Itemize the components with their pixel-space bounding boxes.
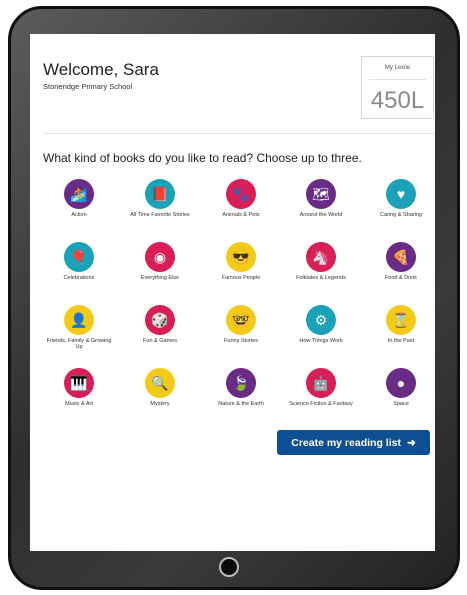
genre-question: What kind of books do you like to read? … bbox=[43, 151, 362, 165]
leaf-icon[interactable]: 🍃 bbox=[226, 368, 256, 398]
genre-option[interactable]: 🍃 Nature & the Earth bbox=[206, 368, 276, 407]
person-icon[interactable]: 👤 bbox=[64, 305, 94, 335]
genre-label: Music & Art bbox=[65, 401, 93, 407]
book-icon[interactable]: 📕 bbox=[145, 179, 175, 209]
lexile-value: 450L bbox=[370, 87, 425, 114]
genre-option[interactable]: 🤓 Funny Stories bbox=[206, 305, 276, 344]
target-icon[interactable]: ◉ bbox=[145, 242, 175, 272]
gears-icon[interactable]: ⚙ bbox=[306, 305, 336, 335]
genre-option[interactable]: 🎲 Fun & Games bbox=[125, 305, 195, 344]
school-name: Stoneridge Primary School bbox=[43, 82, 133, 91]
lexile-label: My Lexile bbox=[384, 65, 411, 71]
genre-option[interactable]: 🐾 Animals & Pets bbox=[206, 179, 276, 218]
glasses-face-icon[interactable]: 🤓 bbox=[226, 305, 256, 335]
create-reading-list-button[interactable]: Create my reading list ➜ bbox=[277, 430, 430, 455]
genre-label: How Things Work bbox=[299, 338, 343, 344]
balloon-icon[interactable]: 🎈 bbox=[64, 242, 94, 272]
app-screen: Welcome, Sara Stoneridge Primary School … bbox=[30, 34, 435, 551]
genre-label: Animals & Pets bbox=[222, 212, 260, 218]
magnifier-icon[interactable]: 🔍 bbox=[145, 368, 175, 398]
genre-label: In the Past bbox=[387, 338, 415, 344]
genre-option[interactable]: 🎈 Celebrations bbox=[44, 242, 114, 281]
genre-label: Nature & the Earth bbox=[218, 401, 264, 407]
genre-label: Caring & Sharing bbox=[380, 212, 422, 218]
genre-label: All Time Favorite Stories bbox=[130, 212, 190, 218]
map-icon[interactable]: 🗺 bbox=[306, 179, 336, 209]
genre-option[interactable]: ● Space bbox=[366, 368, 436, 407]
genre-label: Science Fiction & Fantasy bbox=[289, 401, 353, 407]
genre-option[interactable]: ⌛ In the Past bbox=[366, 305, 436, 344]
create-reading-list-label: Create my reading list bbox=[291, 436, 401, 449]
genre-label: Around the World bbox=[299, 212, 343, 218]
genre-label: Famous People bbox=[221, 275, 261, 281]
game-cube-icon[interactable]: 🎲 bbox=[145, 305, 175, 335]
genre-label: Mystery bbox=[150, 401, 170, 407]
genre-option[interactable]: 😎 Famous People bbox=[206, 242, 276, 281]
robot-icon[interactable]: 🤖 bbox=[306, 368, 336, 398]
genre-option[interactable]: 🔍 Mystery bbox=[125, 368, 195, 407]
genre-label: Celebrations bbox=[63, 275, 95, 281]
lexile-divider bbox=[369, 79, 426, 80]
genre-option[interactable]: ♥ Caring & Sharing bbox=[366, 179, 436, 218]
genre-label: Food & Drink bbox=[384, 275, 418, 281]
genre-option[interactable]: 👤 Friends, Family & Growing Up bbox=[44, 305, 114, 351]
genre-option[interactable]: ◉ Everything Else bbox=[125, 242, 195, 281]
pizza-icon[interactable]: 🍕 bbox=[386, 242, 416, 272]
hourglass-icon[interactable]: ⌛ bbox=[386, 305, 416, 335]
sunglasses-icon[interactable]: 😎 bbox=[226, 242, 256, 272]
genre-option[interactable]: 🤖 Science Fiction & Fantasy bbox=[286, 368, 356, 407]
genre-option[interactable]: 🗺 Around the World bbox=[286, 179, 356, 218]
welcome-heading: Welcome, Sara bbox=[43, 60, 159, 79]
genre-option[interactable]: ⚙ How Things Work bbox=[286, 305, 356, 344]
genre-label: Everything Else bbox=[140, 275, 180, 281]
lexile-card: My Lexile 450L bbox=[361, 56, 434, 119]
genre-label: Action bbox=[71, 212, 87, 218]
genre-option[interactable]: 🍕 Food & Drink bbox=[366, 242, 436, 281]
genre-label: Space bbox=[393, 401, 409, 407]
header-divider bbox=[43, 133, 435, 134]
heart-icon[interactable]: ♥ bbox=[386, 179, 416, 209]
genre-label: Funny Stories bbox=[224, 338, 258, 344]
genre-label: Folktales & Legends bbox=[296, 275, 346, 281]
home-button[interactable] bbox=[219, 557, 239, 577]
unicorn-icon[interactable]: 🦄 bbox=[306, 242, 336, 272]
surfer-icon[interactable]: 🏄 bbox=[64, 179, 94, 209]
genre-label: Fun & Games bbox=[143, 338, 177, 344]
genre-option[interactable]: 🎹 Music & Art bbox=[44, 368, 114, 407]
arrow-right-icon: ➜ bbox=[406, 436, 416, 449]
paw-icon[interactable]: 🐾 bbox=[226, 179, 256, 209]
piano-icon[interactable]: 🎹 bbox=[64, 368, 94, 398]
genre-option[interactable]: 🏄 Action bbox=[44, 179, 114, 218]
genre-option[interactable]: 🦄 Folktales & Legends bbox=[286, 242, 356, 281]
genre-label: Friends, Family & Growing Up bbox=[46, 338, 112, 351]
moon-icon[interactable]: ● bbox=[386, 368, 416, 398]
genre-option[interactable]: 📕 All Time Favorite Stories bbox=[125, 179, 195, 218]
